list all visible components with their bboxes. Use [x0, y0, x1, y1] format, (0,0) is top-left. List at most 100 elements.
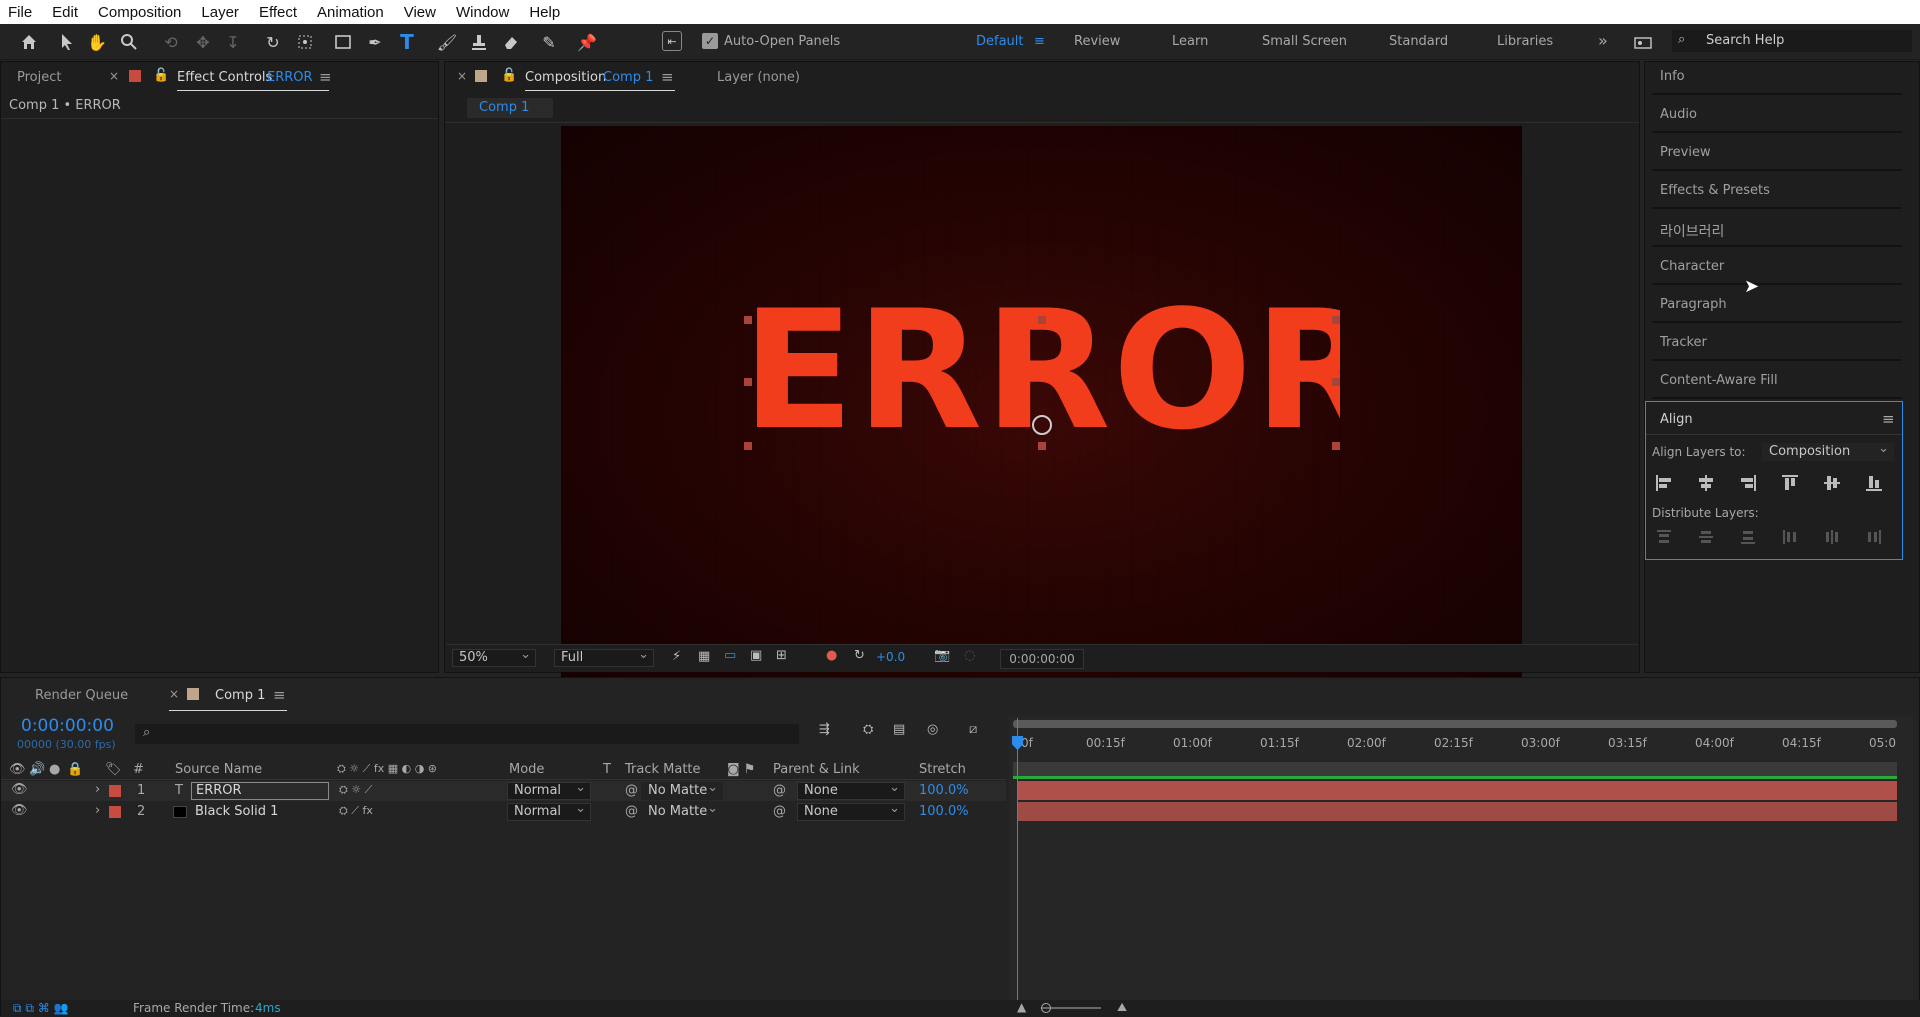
tab-composition[interactable]: Composition	[525, 70, 606, 85]
work-area-bar[interactable]	[1013, 720, 1897, 728]
pan-camera-icon[interactable]: ✥	[192, 31, 214, 53]
comp-timecode[interactable]: 0:00:00:00	[1000, 649, 1084, 669]
distribute-horizontal-center-icon[interactable]	[1820, 526, 1844, 548]
tab-comp[interactable]: Comp 1	[215, 688, 265, 703]
brush-tool-icon[interactable]: 🖌	[436, 31, 458, 53]
blend-mode-dropdown[interactable]: Normal	[507, 780, 591, 800]
workspace-libraries[interactable]: Libraries	[1497, 34, 1553, 49]
parent-dropdown[interactable]: None	[797, 780, 905, 800]
zoom-slider-handle[interactable]	[1041, 1003, 1051, 1013]
layer-search-input[interactable]: ⌕	[135, 724, 799, 744]
distribute-bottom-icon[interactable]	[1736, 526, 1760, 548]
align-left-icon[interactable]	[1652, 472, 1676, 494]
layer-name[interactable]: ERROR	[191, 782, 329, 800]
stretch-value[interactable]: 100.0%	[919, 783, 969, 798]
tab-effect-controls[interactable]: Effect Controls	[177, 70, 272, 85]
menu-animation[interactable]: Animation	[317, 4, 384, 21]
sync-settings-icon[interactable]	[1632, 32, 1654, 54]
visibility-icon[interactable]: 👁	[11, 782, 28, 797]
exposure-value[interactable]: +0.0	[876, 650, 905, 664]
parent-dropdown[interactable]: None	[797, 801, 905, 821]
workspace-default[interactable]: Default	[976, 34, 1024, 49]
close-icon[interactable]: ×	[169, 687, 179, 701]
zoom-out-icon[interactable]: ▲	[1017, 1000, 1026, 1014]
menu-view[interactable]: View	[404, 4, 436, 21]
panel-character[interactable]: Character	[1652, 251, 1902, 285]
menu-layer[interactable]: Layer	[201, 4, 239, 21]
menu-edit[interactable]: Edit	[52, 4, 78, 21]
panel-info[interactable]: Info	[1652, 61, 1902, 95]
playhead[interactable]	[1017, 718, 1018, 1006]
layer-duration-bar[interactable]	[1017, 802, 1897, 821]
comp-subtab[interactable]: Comp 1	[467, 98, 553, 118]
search-help-field[interactable]: ⌕ Search Help	[1672, 30, 1912, 52]
panel-libraries[interactable]: 라이브러리	[1652, 213, 1902, 247]
layer-duration-bar[interactable]	[1017, 781, 1897, 800]
align-top-icon[interactable]	[1778, 472, 1802, 494]
pen-tool-icon[interactable]: ✒	[364, 31, 386, 53]
tab-render-queue[interactable]: Render Queue	[35, 688, 128, 703]
distribute-right-icon[interactable]	[1862, 526, 1886, 548]
menu-help[interactable]: Help	[529, 4, 560, 21]
reset-exposure-icon[interactable]: ↻	[854, 648, 865, 663]
align-target-dropdown[interactable]: Composition	[1762, 441, 1894, 461]
track-matte-dropdown[interactable]: No Matte	[641, 780, 723, 800]
mask-visibility-icon[interactable]: ▭	[724, 648, 736, 663]
layer-switches-toggle-icon[interactable]: ⧉ ⧉ ⌘ 👥	[13, 1001, 69, 1016]
lock-icon[interactable]: 🔓	[153, 68, 169, 83]
align-bottom-icon[interactable]	[1862, 472, 1886, 494]
menu-window[interactable]: Window	[456, 4, 509, 21]
home-icon[interactable]	[18, 31, 40, 53]
layer-switches[interactable]: ⛭ ☼ ⟋	[339, 783, 372, 797]
tab-project[interactable]: Project	[17, 70, 61, 85]
timeline-graph-area[interactable]: 0f 00:15f 01:00f 01:15f 02:00f 02:15f 03…	[1009, 716, 1913, 1006]
motion-blur-icon[interactable]: ◎	[927, 722, 938, 737]
stretch-value[interactable]: 100.0%	[919, 804, 969, 819]
parent-pickwhip-icon[interactable]: @	[773, 783, 786, 798]
fast-previews-icon[interactable]: ⚡	[672, 649, 681, 664]
draft-3d-icon[interactable]: ⛭	[863, 722, 873, 737]
channel-icon[interactable]: ●	[826, 648, 837, 663]
menu-composition[interactable]: Composition	[98, 4, 181, 21]
panel-menu-icon[interactable]: ≡	[273, 686, 286, 704]
align-vertical-center-icon[interactable]	[1820, 472, 1844, 494]
panel-paragraph[interactable]: Paragraph	[1652, 289, 1902, 323]
workspace-review[interactable]: Review	[1074, 34, 1120, 49]
panel-menu-icon[interactable]: ≡	[319, 68, 332, 86]
current-time-display[interactable]: 0:00:00:00	[21, 716, 114, 736]
layer-switches[interactable]: ⛭ ⟋ fx	[339, 804, 373, 818]
orbit-camera-icon[interactable]: ⟲	[160, 31, 182, 53]
rotate-tool-icon[interactable]: ↻	[262, 31, 284, 53]
panel-audio[interactable]: Audio	[1652, 99, 1902, 133]
more-workspaces-icon[interactable]: »	[1598, 31, 1608, 50]
workspace-menu-icon[interactable]: ≡	[1034, 34, 1045, 49]
pickwhip-icon[interactable]: @	[625, 804, 638, 819]
panel-menu-icon[interactable]: ≡	[661, 68, 674, 86]
layer-label-color[interactable]	[109, 785, 121, 797]
snapping-icon[interactable]: ⇤	[662, 31, 682, 51]
workspace-standard[interactable]: Standard	[1389, 34, 1448, 49]
puppet-pin-tool-icon[interactable]: 📌	[576, 31, 598, 53]
source-name-header[interactable]: Source Name	[175, 762, 262, 777]
clone-stamp-tool-icon[interactable]	[468, 31, 490, 53]
graph-editor-icon[interactable]: ⧄	[969, 722, 977, 737]
pan-behind-tool-icon[interactable]	[294, 31, 316, 53]
panel-preview[interactable]: Preview	[1652, 137, 1902, 171]
region-of-interest-icon[interactable]: ▣	[750, 648, 762, 663]
layer-row[interactable]: 👁 › 2 Black Solid 1 ⛭ ⟋ fx Normal @ No M…	[1, 801, 1006, 822]
eraser-tool-icon[interactable]	[500, 31, 522, 53]
dolly-camera-icon[interactable]: ↧	[222, 31, 244, 53]
panel-effects-presets[interactable]: Effects & Presets	[1652, 175, 1902, 209]
show-snapshot-icon[interactable]: ◌	[964, 648, 975, 663]
expand-chevron-icon[interactable]: ›	[95, 782, 100, 797]
close-icon[interactable]: ×	[457, 69, 467, 83]
tab-layer[interactable]: Layer (none)	[717, 70, 800, 85]
grid-guides-icon[interactable]: ⊞	[776, 648, 787, 663]
menu-file[interactable]: File	[8, 4, 32, 21]
layer-name[interactable]: Black Solid 1	[195, 804, 278, 819]
panel-menu-icon[interactable]: ≡	[1882, 410, 1895, 428]
track-matte-dropdown[interactable]: No Matte	[641, 801, 723, 821]
panel-tracker[interactable]: Tracker	[1652, 327, 1902, 361]
distribute-left-icon[interactable]	[1778, 526, 1802, 548]
align-right-icon[interactable]	[1736, 472, 1760, 494]
